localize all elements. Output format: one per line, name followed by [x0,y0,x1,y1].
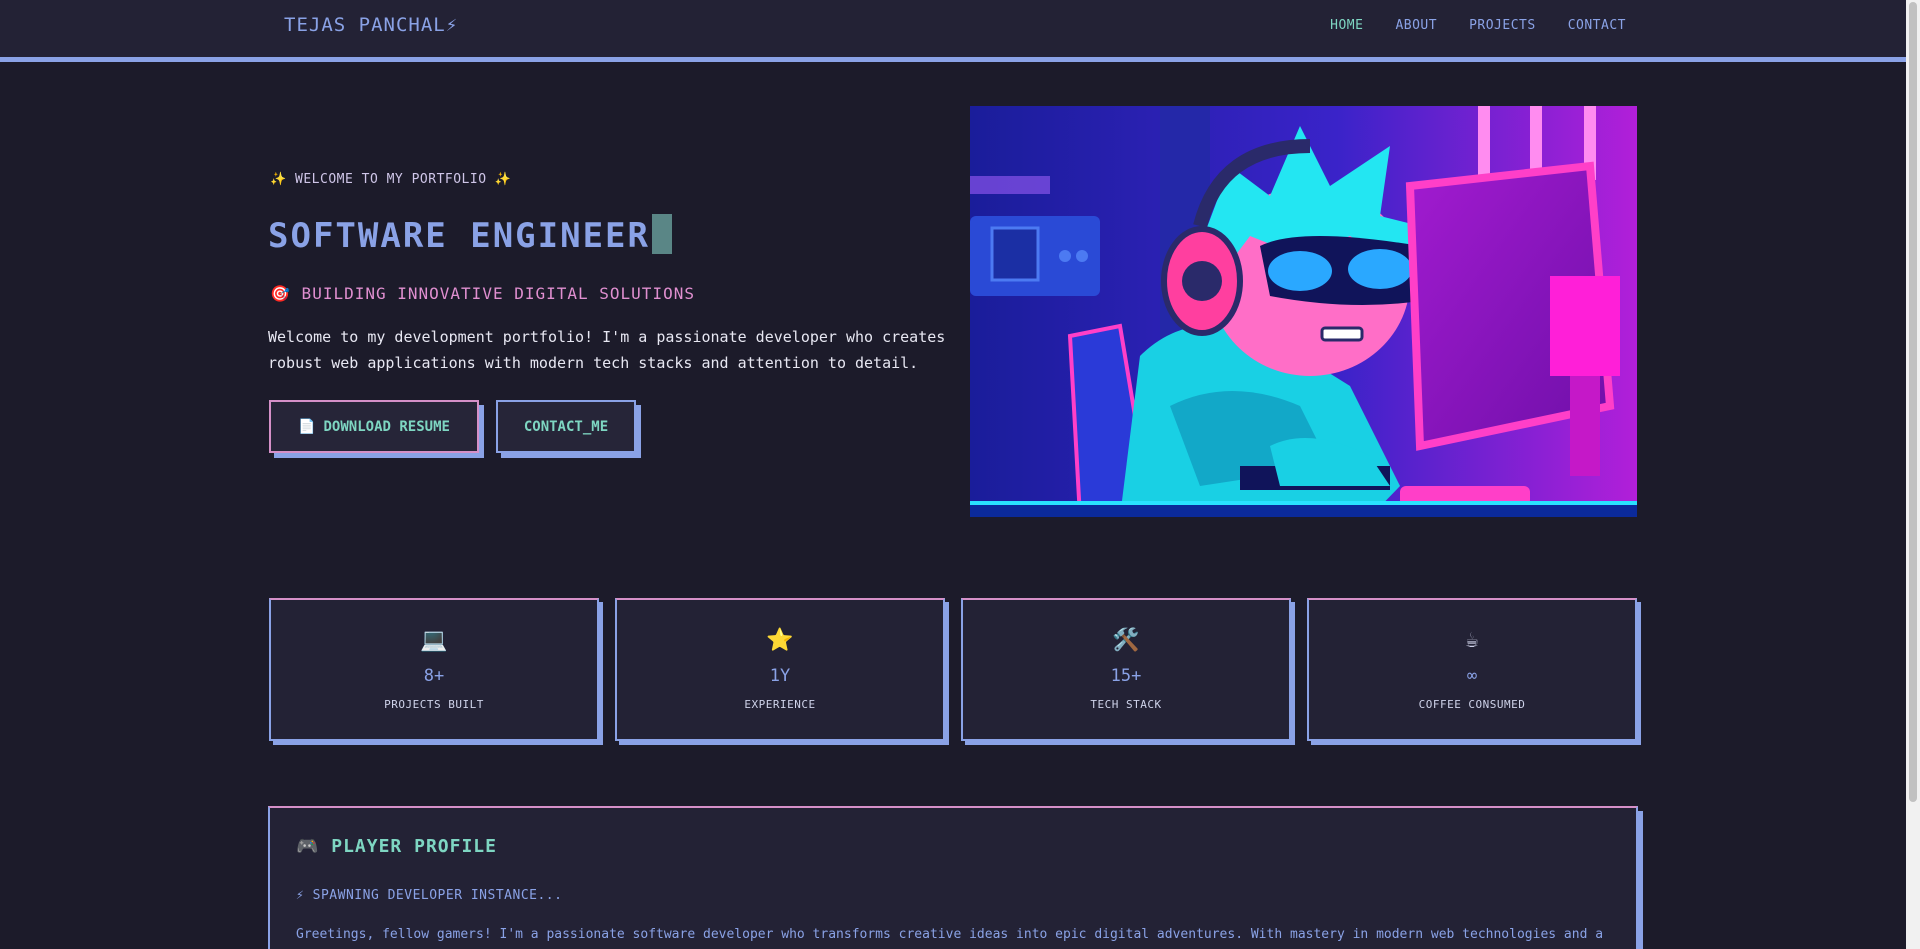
download-resume-label: DOWNLOAD RESUME [323,418,450,435]
tools-icon: 🛠️ [1112,628,1140,653]
stat-value: 15+ [1110,666,1142,686]
stat-card-experience: ⭐ 1Y EXPERIENCE [615,598,945,741]
stat-label: COFFEE CONSUMED [1418,698,1526,711]
brand-logo[interactable]: TEJAS PANCHAL⚡ [284,14,458,36]
stat-label: TECH STACK [1090,698,1162,711]
main-nav: HOME ABOUT PROJECTS CONTACT [1330,18,1626,33]
hero-illustration [970,106,1637,517]
welcome-text: ✨ WELCOME TO MY PORTFOLIO ✨ [270,172,512,187]
document-icon: 📄 [298,418,316,435]
laptop-icon: 💻 [420,628,448,653]
profile-text: Greetings, fellow gamers! I'm a passiona… [296,927,1604,942]
profile-subtitle: ⚡ SPAWNING DEVELOPER INSTANCE... [296,888,563,903]
nav-link-about[interactable]: ABOUT [1395,18,1437,33]
contact-me-button[interactable]: CONTACT_ME [496,400,636,453]
hero-headline-text: SOFTWARE ENGINEER [268,216,650,256]
stat-label: EXPERIENCE [744,698,816,711]
stat-card-coffee: ☕ ∞ COFFEE CONSUMED [1307,598,1637,741]
nav-link-contact[interactable]: CONTACT [1568,18,1626,33]
stat-card-tech-stack: 🛠️ 15+ TECH STACK [961,598,1291,741]
stat-label: PROJECTS BUILT [384,698,484,711]
profile-title: 🎮 PLAYER PROFILE [296,836,497,857]
hero-tagline: 🎯 BUILDING INNOVATIVE DIGITAL SOLUTIONS [270,284,695,303]
pixel-art-gamer-illustration-icon [970,106,1637,517]
player-profile-section: 🎮 PLAYER PROFILE ⚡ SPAWNING DEVELOPER IN… [268,806,1638,949]
nav-link-projects[interactable]: PROJECTS [1469,18,1536,33]
page-scrollbar[interactable] [1906,0,1920,949]
stat-card-projects: 💻 8+ PROJECTS BUILT [269,598,599,741]
scrollbar-thumb[interactable] [1909,2,1917,802]
stat-value: 1Y [769,666,791,686]
stat-value: 8+ [423,666,445,686]
star-icon: ⭐ [766,628,794,653]
portfolio-page: TEJAS PANCHAL⚡ HOME ABOUT PROJECTS CONTA… [0,0,1920,949]
download-resume-button[interactable]: 📄 DOWNLOAD RESUME [269,400,479,453]
hero-headline: SOFTWARE ENGINEER [268,214,672,256]
coffee-icon: ☕ [1465,628,1479,653]
typing-cursor [652,214,672,254]
navbar: TEJAS PANCHAL⚡ HOME ABOUT PROJECTS CONTA… [0,0,1906,62]
hero-intro: Welcome to my development portfolio! I'm… [268,328,946,372]
nav-link-home[interactable]: HOME [1330,18,1363,33]
stat-value: ∞ [1466,666,1478,686]
